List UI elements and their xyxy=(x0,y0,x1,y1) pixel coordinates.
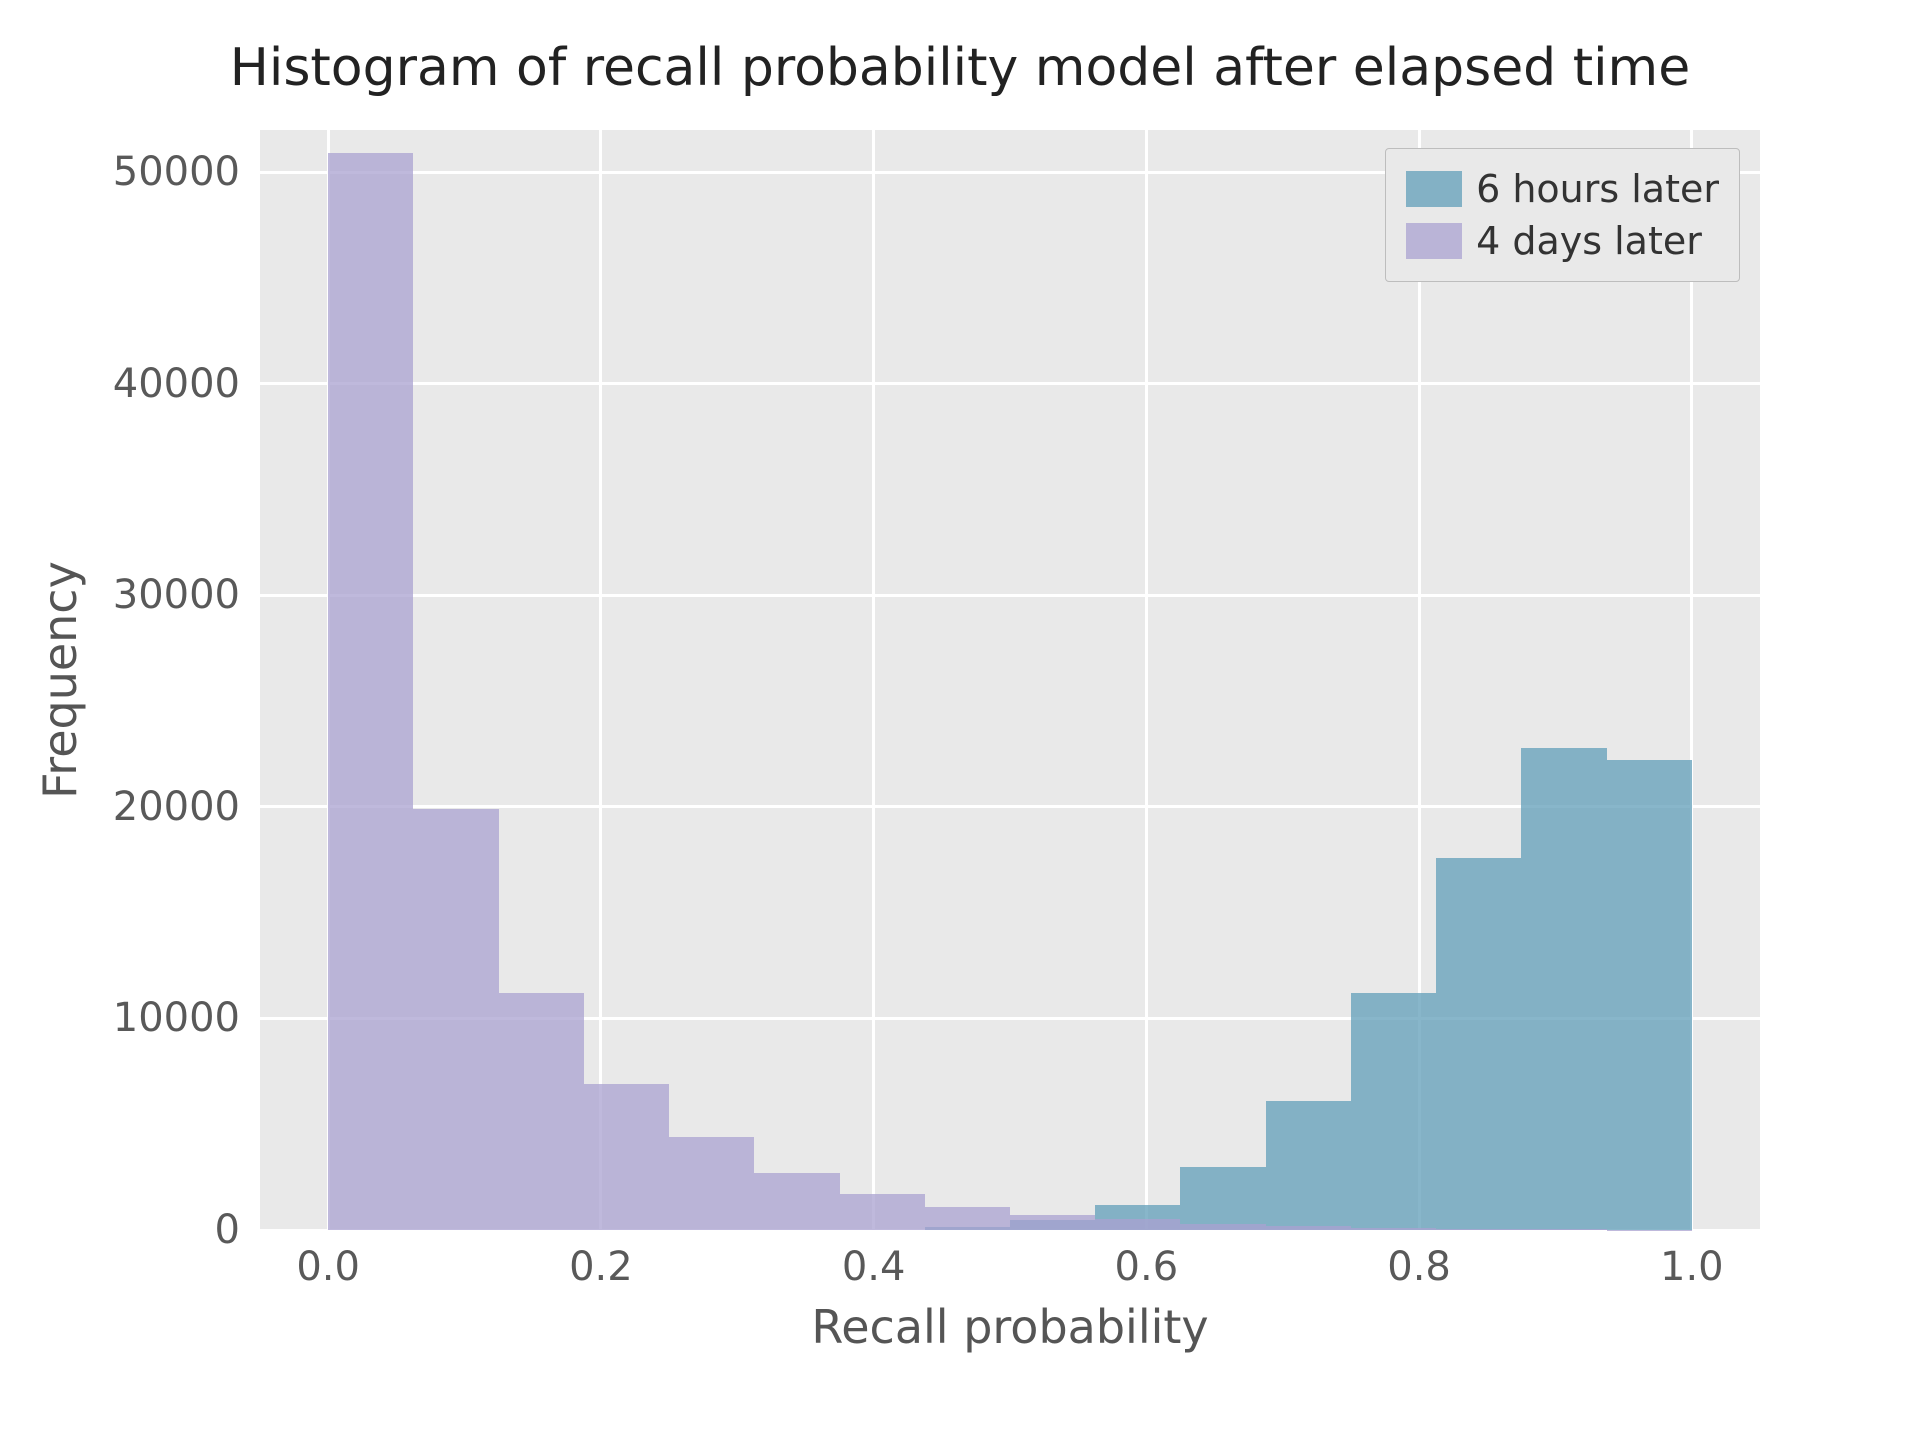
histogram-bar xyxy=(1266,1226,1351,1230)
y-tick-label: 40000 xyxy=(100,361,240,407)
x-tick-label: 0.8 xyxy=(1387,1244,1451,1290)
y-axis-label: Frequency xyxy=(33,561,87,799)
histogram-bar xyxy=(1180,1224,1265,1230)
histogram-bar xyxy=(1436,1229,1521,1230)
histogram-bar xyxy=(1607,760,1692,1230)
chart-title: Histogram of recall probability model af… xyxy=(0,38,1920,98)
legend-label: 6 hours later xyxy=(1476,167,1719,211)
legend-label: 4 days later xyxy=(1476,219,1702,263)
grid-line-horizontal xyxy=(260,382,1760,385)
y-tick-label: 50000 xyxy=(100,149,240,195)
histogram-bar xyxy=(1180,1167,1265,1230)
plot-area xyxy=(260,130,1760,1230)
x-tick-label: 0.0 xyxy=(296,1244,360,1290)
histogram-bar xyxy=(1266,1101,1351,1230)
legend: 6 hours later 4 days later xyxy=(1385,148,1740,282)
histogram-bar xyxy=(328,153,413,1230)
histogram-bar xyxy=(1521,1229,1606,1230)
legend-swatch-icon xyxy=(1406,223,1462,259)
y-tick-label: 30000 xyxy=(100,572,240,618)
x-tick-label: 0.6 xyxy=(1115,1244,1179,1290)
x-tick-label: 0.2 xyxy=(569,1244,633,1290)
histogram-bar xyxy=(1095,1219,1180,1230)
x-tick-label: 1.0 xyxy=(1660,1244,1724,1290)
figure: Histogram of recall probability model af… xyxy=(0,0,1920,1440)
histogram-bar xyxy=(413,809,498,1230)
legend-item-6-hours: 6 hours later xyxy=(1406,163,1719,215)
histogram-bar xyxy=(499,993,584,1230)
y-tick-label: 0 xyxy=(100,1207,240,1253)
legend-swatch-icon xyxy=(1406,171,1462,207)
grid-line-vertical xyxy=(872,130,875,1230)
histogram-bar xyxy=(925,1207,1010,1230)
grid-line-vertical xyxy=(599,130,602,1230)
grid-line-horizontal xyxy=(260,594,1760,597)
histogram-bar xyxy=(1436,858,1521,1230)
histogram-bar xyxy=(754,1173,839,1230)
histogram-bar xyxy=(840,1194,925,1230)
histogram-bar xyxy=(1351,1228,1436,1230)
y-tick-label: 10000 xyxy=(100,995,240,1041)
histogram-bar xyxy=(669,1137,754,1230)
legend-item-4-days: 4 days later xyxy=(1406,215,1719,267)
y-tick-label: 20000 xyxy=(100,784,240,830)
histogram-bar xyxy=(584,1084,669,1230)
x-tick-label: 0.4 xyxy=(842,1244,906,1290)
x-axis-label: Recall probability xyxy=(811,1300,1208,1354)
histogram-bar xyxy=(1351,993,1436,1230)
histogram-bar xyxy=(1010,1215,1095,1230)
grid-line-vertical xyxy=(1145,130,1148,1230)
histogram-bar xyxy=(1521,748,1606,1230)
